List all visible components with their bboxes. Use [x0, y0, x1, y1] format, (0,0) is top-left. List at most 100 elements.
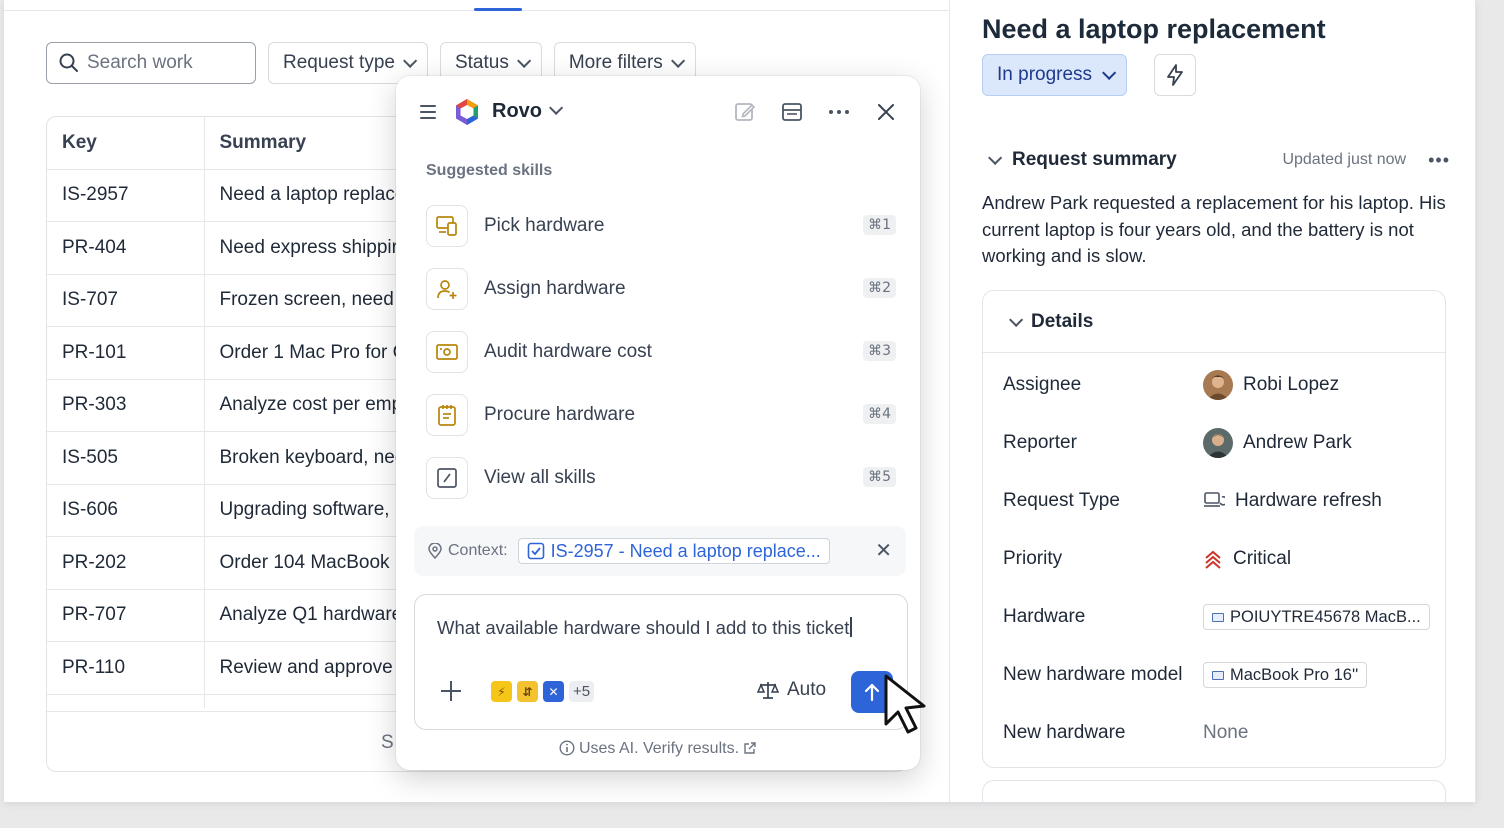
- avatar: [1203, 370, 1233, 400]
- request-type-text: Hardware refresh: [1235, 490, 1382, 511]
- suggested-skills-label: Suggested skills: [426, 162, 553, 179]
- skill-label: View all skills: [484, 467, 596, 488]
- row-key[interactable]: PR-404: [47, 221, 205, 275]
- edit-icon[interactable]: [733, 100, 757, 124]
- field-reporter: Reporter Andrew Park: [1003, 427, 1433, 459]
- request-type-value[interactable]: Hardware refresh: [1203, 490, 1382, 512]
- skill-procure-hardware[interactable]: Procure hardware ⌘4: [426, 393, 896, 437]
- rovo-title[interactable]: Rovo: [492, 100, 542, 123]
- connected-tools[interactable]: ⚡ ⇵ ✕ +5: [491, 681, 595, 702]
- details-heading: Details: [1031, 310, 1094, 332]
- new-hardware-value[interactable]: None: [1203, 722, 1248, 744]
- hardware-value[interactable]: POIUYTRE45678 MacB...: [1203, 604, 1430, 630]
- automation-button[interactable]: [1154, 54, 1196, 96]
- menu-icon[interactable]: [420, 105, 436, 119]
- more-options-icon[interactable]: [827, 100, 851, 124]
- remove-context-icon[interactable]: ✕: [875, 541, 892, 561]
- request-summary-header[interactable]: Request summary Updated just now •••: [988, 148, 1450, 172]
- issue-detail-panel: Need a laptop replacement In progress Re…: [950, 0, 1476, 810]
- issue-title[interactable]: Need a laptop replacement: [982, 14, 1326, 45]
- reporter-name: Andrew Park: [1243, 432, 1352, 453]
- field-label: Reporter: [1003, 432, 1077, 453]
- location-pin-icon: [428, 543, 442, 559]
- row-key[interactable]: PR-101: [47, 326, 205, 380]
- assignee-value[interactable]: Robi Lopez: [1203, 370, 1339, 400]
- add-attachment-icon[interactable]: [441, 681, 461, 701]
- skill-assign-hardware[interactable]: Assign hardware ⌘2: [426, 267, 896, 311]
- status-dropdown[interactable]: In progress: [982, 54, 1128, 96]
- sidebar-layout-icon[interactable]: [780, 100, 804, 124]
- skill-audit-hardware-cost[interactable]: Audit hardware cost ⌘3: [426, 330, 896, 374]
- row-key[interactable]: IS-707: [47, 274, 205, 327]
- app-window: Request type Status More filters Key Sum…: [4, 0, 1476, 810]
- row-key[interactable]: PR-303: [47, 379, 205, 432]
- search-box[interactable]: [46, 42, 256, 84]
- new-model-value[interactable]: MacBook Pro 16'': [1203, 662, 1368, 688]
- field-new-hardware: New hardware None: [1003, 717, 1433, 749]
- more-actions-icon[interactable]: •••: [1428, 150, 1450, 171]
- row-key[interactable]: IS-505: [47, 431, 205, 485]
- money-icon: [426, 331, 468, 373]
- row-key[interactable]: PR-110: [47, 641, 205, 695]
- skill-pick-hardware[interactable]: Pick hardware ⌘1: [426, 204, 896, 248]
- request-type-filter-label: Request type: [283, 52, 395, 73]
- close-icon[interactable]: [874, 100, 898, 124]
- details-section: Details Assignee Robi Lopez Reporter And…: [982, 290, 1446, 768]
- prompt-input[interactable]: What available hardware should I add to …: [437, 617, 852, 639]
- prompt-text: What available hardware should I add to …: [437, 617, 850, 638]
- row-key[interactable]: PR-707: [47, 589, 205, 642]
- chat-composer[interactable]: What available hardware should I add to …: [414, 594, 908, 730]
- search-input[interactable]: [87, 52, 237, 74]
- row-key[interactable]: IS-606: [47, 484, 205, 537]
- mode-label: Auto: [787, 679, 827, 700]
- slash-box-icon: [426, 457, 468, 499]
- chevron-down-icon: [403, 53, 418, 68]
- tab-bar-divider: [4, 8, 950, 11]
- avatar: [1203, 428, 1233, 458]
- row-key[interactable]: PR-202: [47, 536, 205, 590]
- field-label: New hardware: [1003, 722, 1126, 743]
- details-header[interactable]: Details: [983, 291, 1445, 353]
- shortcut-badge: ⌘2: [863, 278, 896, 298]
- context-chip[interactable]: IS-2957 - Need a laptop replace...: [517, 538, 830, 564]
- skill-label: Assign hardware: [484, 278, 626, 299]
- device-icon: [1212, 612, 1224, 622]
- request-summary-text: Andrew Park requested a replacement for …: [982, 192, 1446, 266]
- skill-view-all[interactable]: View all skills ⌘5: [426, 456, 896, 500]
- device-icon: [1212, 670, 1224, 680]
- field-label: Hardware: [1003, 606, 1086, 627]
- chevron-down-icon: [1102, 65, 1117, 80]
- row-key[interactable]: IS-2957: [47, 169, 205, 222]
- rovo-chat-panel: Rovo Suggested skills Pick hardware ⌘1 A…: [396, 76, 920, 770]
- ai-disclaimer[interactable]: Uses AI. Verify results.: [396, 740, 920, 758]
- skill-label: Pick hardware: [484, 215, 605, 236]
- table-footer-text[interactable]: S: [381, 732, 394, 754]
- field-assignee: Assignee Robi Lopez: [1003, 369, 1433, 401]
- skill-label: Audit hardware cost: [484, 341, 652, 362]
- field-hardware: Hardware POIUYTRE45678 MacB...: [1003, 601, 1433, 633]
- column-header-key[interactable]: Key: [47, 117, 205, 170]
- next-section-edge: [982, 780, 1446, 810]
- field-new-hardware-model: New hardware model MacBook Pro 16'': [1003, 659, 1433, 691]
- jira-tool-icon: ✕: [543, 681, 564, 702]
- mode-selector[interactable]: Auto: [757, 679, 826, 701]
- rovo-header: Rovo: [396, 76, 920, 148]
- notepad-icon: [426, 394, 468, 436]
- context-chip-label: IS-2957 - Need a laptop replace...: [550, 540, 821, 561]
- text-caret: [850, 617, 852, 637]
- reporter-value[interactable]: Andrew Park: [1203, 428, 1352, 458]
- hardware-chip[interactable]: POIUYTRE45678 MacB...: [1203, 604, 1430, 630]
- shortcut-badge: ⌘5: [863, 467, 896, 487]
- new-model-chip-label: MacBook Pro 16'': [1230, 665, 1359, 684]
- info-icon: [559, 740, 575, 756]
- field-label: Priority: [1003, 548, 1063, 569]
- priority-text: Critical: [1233, 548, 1292, 569]
- search-icon: [59, 53, 78, 72]
- chevron-down-icon[interactable]: [549, 100, 564, 115]
- priority-value[interactable]: Critical: [1203, 548, 1291, 570]
- field-request-type: Request Type Hardware refresh: [1003, 485, 1433, 517]
- field-label: Request Type: [1003, 490, 1120, 511]
- new-model-chip[interactable]: MacBook Pro 16'': [1203, 662, 1368, 688]
- status-filter-label: Status: [454, 52, 509, 73]
- devices-icon: [426, 205, 468, 247]
